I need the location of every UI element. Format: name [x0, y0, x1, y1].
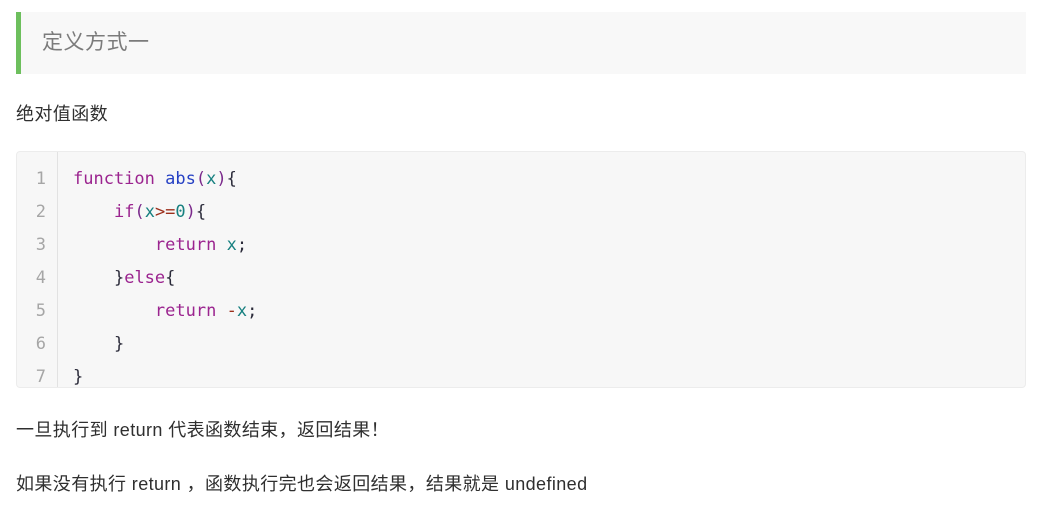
code-token-keyword: else	[124, 268, 166, 288]
code-line: if(x>=0){	[73, 196, 1025, 229]
note-paragraph-2: 如果没有执行 return ，函数执行完也会返回结果，结果就是 undefine…	[16, 474, 588, 494]
code-content[interactable]: function abs(x){ if(x>=0){ return x; }el…	[58, 152, 1025, 387]
code-line-number: 1	[35, 169, 46, 189]
blockquote-text: 定义方式一	[42, 31, 150, 55]
code-line: }	[73, 361, 1025, 387]
code-token-variable: x	[206, 169, 217, 189]
code-token-punct: (	[134, 202, 145, 222]
code-token-operator: >=	[154, 202, 176, 222]
code-line: function abs(x){	[73, 163, 1025, 196]
code-token-operator: -	[226, 301, 237, 321]
code-line: return -x;	[73, 295, 1025, 328]
code-block[interactable]: 1234567 function abs(x){ if(x>=0){ retur…	[16, 151, 1026, 388]
code-token-punct: (	[195, 169, 207, 189]
code-token-semicolon: ;	[236, 235, 248, 255]
code-line-number: 7	[35, 367, 46, 387]
code-token-punct: )	[185, 202, 196, 222]
code-token-variable: x	[226, 235, 237, 255]
code-line-number: 4	[35, 268, 46, 288]
code-line: }	[73, 328, 1025, 361]
code-token-variable: x	[236, 301, 248, 321]
code-token-semicolon: ;	[247, 301, 258, 321]
code-token-brace: {	[195, 202, 207, 222]
code-line: return x;	[73, 229, 1025, 262]
code-token-brace: }	[113, 268, 125, 288]
code-token-brace: }	[113, 334, 125, 354]
note-paragraph-1: 一旦执行到 return 代表函数结束，返回结果！	[16, 420, 390, 440]
code-token-brace: {	[226, 169, 237, 189]
code-token-number: 0	[175, 202, 186, 222]
code-token-punct: )	[216, 169, 227, 189]
code-token-keyword: function	[73, 169, 155, 189]
code-token-brace: {	[165, 268, 176, 288]
code-line: }else{	[73, 262, 1025, 295]
code-token-brace: }	[73, 367, 84, 387]
code-token-variable: x	[144, 202, 155, 222]
code-token-keyword: return	[154, 235, 217, 255]
code-line-number-gutter: 1 2 3 4 5 6 7	[17, 152, 58, 387]
code-token-keyword: return	[154, 301, 217, 321]
section-blockquote: 定义方式一	[16, 12, 1026, 74]
code-line-number: 2	[35, 202, 46, 222]
code-line-number: 3	[35, 235, 46, 255]
code-token-function: abs	[165, 169, 196, 189]
article-page: 定义方式一 绝对值函数 1234567 function abs(x){ if(…	[0, 0, 1052, 519]
code-token-keyword: if	[113, 202, 135, 222]
code-line-number: 6	[35, 334, 46, 354]
intro-paragraph: 绝对值函数	[16, 104, 108, 124]
code-line-number: 5	[35, 301, 46, 321]
